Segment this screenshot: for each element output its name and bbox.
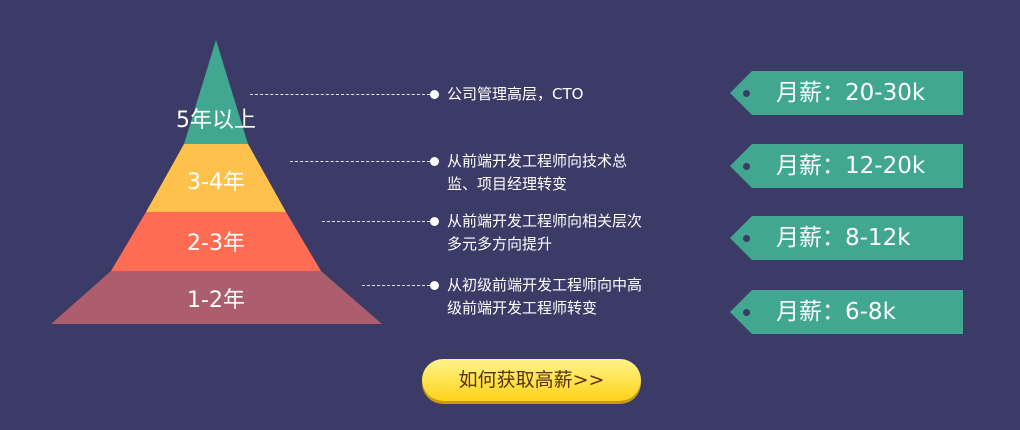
description-line: 从前端开发工程师向相关层次 <box>447 212 643 230</box>
tag-hole-icon <box>743 309 750 316</box>
tier-label: 3-4年 <box>187 170 245 195</box>
tier-label: 5年以上 <box>176 108 256 133</box>
salary-text: 月薪：6-8k <box>776 299 896 325</box>
connector-line <box>322 221 430 222</box>
tier-description: 公司管理高层，CTO <box>447 83 677 106</box>
salary-tag: 月薪：12-20k <box>730 144 963 188</box>
description-line: 多元多方向提升 <box>447 235 553 253</box>
connector-line <box>362 285 430 286</box>
salary-tag: 月薪：20-30k <box>730 71 963 115</box>
bullet-dot <box>430 281 439 290</box>
tag-hole-icon <box>743 163 750 170</box>
salary-text: 月薪：8-12k <box>776 225 911 251</box>
description-line: 从初级前端开发工程师向中高 <box>447 276 643 294</box>
tier-label: 2-3年 <box>187 231 245 256</box>
description-line: 公司管理高层，CTO <box>447 85 584 103</box>
connector-line <box>250 94 430 95</box>
tier-description: 从前端开发工程师向技术总 监、项目经理转变 <box>447 150 677 196</box>
tier-description: 从前端开发工程师向相关层次 多元多方向提升 <box>447 210 677 256</box>
tier-label: 1-2年 <box>187 288 245 313</box>
bullet-dot <box>430 217 439 226</box>
get-high-salary-button[interactable]: 如何获取高薪>> <box>422 359 641 401</box>
bullet-dot <box>430 90 439 99</box>
tag-hole-icon <box>743 90 750 97</box>
salary-tag: 月薪：8-12k <box>730 216 963 260</box>
tag-hole-icon <box>743 235 750 242</box>
description-line: 从前端开发工程师向技术总 <box>447 152 628 170</box>
salary-text: 月薪：20-30k <box>776 80 926 106</box>
description-line: 级前端开发工程师转变 <box>447 299 598 317</box>
bullet-dot <box>430 157 439 166</box>
salary-tag: 月薪：6-8k <box>730 290 963 334</box>
description-line: 监、项目经理转变 <box>447 175 568 193</box>
tier-description: 从初级前端开发工程师向中高 级前端开发工程师转变 <box>447 274 677 320</box>
connector-line <box>290 161 430 162</box>
salary-text: 月薪：12-20k <box>776 153 926 179</box>
